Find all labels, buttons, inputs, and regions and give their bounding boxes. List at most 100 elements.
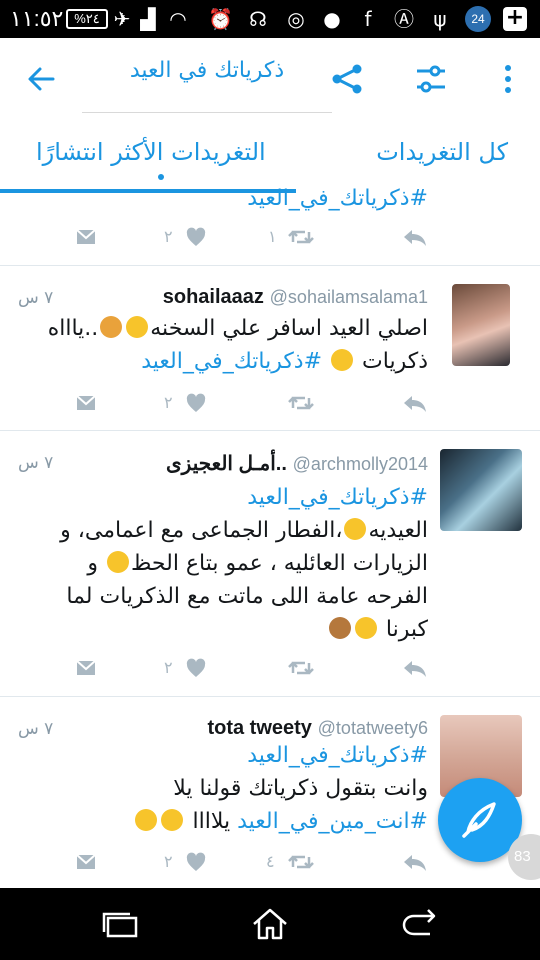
laughing-emoji: [161, 809, 184, 831]
tweet-line: الفرحه عامة اللى ماتت مع الذكريات لما: [66, 584, 428, 609]
tweet-header: أمـل العجيزى.. @archmolly2014: [166, 451, 428, 476]
tab-all-tweets[interactable]: كل التغريدات: [376, 138, 508, 166]
user-name[interactable]: tota tweety: [207, 717, 311, 739]
tweet-text: #ذكرياتك_في_العيد: [28, 182, 428, 215]
compose-feather-icon: [462, 802, 496, 838]
retweet-count: ٤: [266, 852, 275, 871]
dm-icon[interactable]: [76, 847, 96, 877]
notification-badge: 24: [465, 6, 491, 32]
tweet-text: #ذكرياتك_في_العيد العيديه ،الفطار الجماعى…: [28, 481, 428, 646]
dm-icon[interactable]: [76, 653, 96, 683]
retweet-icon[interactable]: [288, 222, 314, 252]
tweet-line: اصلي العيد اسافر علي السخنه: [150, 316, 428, 341]
status-time: ١١:٥٢: [10, 6, 64, 31]
retweet-icon[interactable]: [288, 653, 314, 683]
tweet-header: sohailaaaz @sohailamsalama1: [163, 286, 428, 309]
reply-icon[interactable]: [402, 388, 428, 418]
plus-icon: +: [503, 7, 527, 31]
hashtag-link[interactable]: #ذكرياتك_في_العيد: [28, 739, 428, 772]
back-nav-icon[interactable]: [400, 906, 440, 942]
hashtag-link[interactable]: #ذكرياتك_في_العيد: [28, 182, 428, 215]
heart-icon[interactable]: [186, 653, 206, 683]
reply-icon[interactable]: [402, 847, 428, 877]
tweet-item[interactable]: sohailaaaz @sohailamsalama1 ٧ س اصلي الع…: [0, 266, 540, 431]
tweet-actions: ٢: [0, 653, 540, 683]
retweet-icon[interactable]: [288, 847, 314, 877]
tweet-line: ،الفطار الجماعى مع اعمامى، و: [60, 518, 343, 543]
whatsapp-icon: ◎: [287, 7, 305, 31]
retweet-count: ١: [268, 227, 277, 246]
tweet-line: ذكريات: [362, 349, 428, 374]
signal-icon: ▟: [140, 7, 156, 31]
reply-icon[interactable]: [402, 653, 428, 683]
tweet-text: اصلي العيد اسافر علي السخنه ..ياااه ذكريا…: [28, 312, 428, 378]
like-count: ٢: [164, 227, 173, 246]
retweet-icon[interactable]: [288, 388, 314, 418]
search-underline: [82, 112, 332, 113]
tweet-line: الزيارات العائليه ، عمو بتاع الحظ: [131, 551, 428, 576]
user-name[interactable]: sohailaaaz: [163, 286, 264, 308]
hashtag-link[interactable]: #ذكرياتك_في_العيد: [141, 349, 322, 374]
share-icon[interactable]: [330, 62, 364, 96]
search-query[interactable]: ذكرياتك في العيد: [82, 58, 332, 83]
app-icon: Ⓐ: [394, 7, 414, 31]
record-icon: ●: [323, 7, 341, 31]
tweet-time: ٧ س: [18, 288, 54, 308]
hashtag-link[interactable]: #انت_مين_في_العيد: [237, 809, 428, 834]
avatar[interactable]: [440, 449, 522, 531]
notification-icon: ☊: [249, 7, 267, 31]
top-bar: ذكرياتك في العيد: [0, 38, 540, 120]
tweet-header: tota tweety @totatweety6: [207, 717, 428, 740]
tweet-actions: ٢ ١: [0, 222, 540, 252]
facebook-icon: f: [364, 7, 372, 31]
tired-face-emoji: [331, 349, 354, 371]
tweet-item[interactable]: #ذكرياتك_في_العيد ٢ ١: [0, 186, 540, 266]
wifi-icon: ◠: [169, 7, 187, 31]
dancer-emoji: [100, 316, 123, 338]
hashtag-link[interactable]: #ذكرياتك_في_العيد: [28, 481, 428, 514]
user-handle[interactable]: @sohailamsalama1: [270, 287, 428, 307]
tweet-actions: ٢: [0, 388, 540, 418]
tweet-line: كبرنا: [385, 617, 428, 642]
like-count: ٢: [164, 393, 173, 412]
filter-settings-icon[interactable]: [414, 62, 448, 96]
recent-apps-icon[interactable]: [100, 906, 140, 942]
tweet-line: العيديه: [368, 518, 428, 543]
alarm-icon: ⏰: [208, 7, 233, 31]
status-bar: ١١:٥٢ %٢٤ ✈ ▟ ◠ ⏰ ☊ ◎ ● f Ⓐ ψ 24 +: [0, 0, 540, 38]
user-name[interactable]: أمـل العجيزى..: [166, 453, 287, 475]
laughing-emoji: [107, 551, 130, 573]
more-options-icon[interactable]: [498, 62, 518, 96]
tweet-item[interactable]: أمـل العجيزى.. @archmolly2014 ٧ س #ذكريا…: [0, 431, 540, 697]
avatar[interactable]: [452, 284, 510, 366]
navigation-bar: [0, 888, 540, 960]
tweet-line: ..ياااه: [47, 316, 99, 341]
dm-icon[interactable]: [76, 222, 96, 252]
user-handle[interactable]: @archmolly2014: [293, 454, 428, 474]
smirk-emoji: [354, 617, 377, 639]
dm-icon[interactable]: [76, 388, 96, 418]
user-handle[interactable]: @totatweety6: [318, 718, 428, 738]
tweet-line: و: [87, 551, 99, 576]
heart-icon[interactable]: [186, 222, 206, 252]
home-icon[interactable]: [250, 906, 290, 942]
heart-eyes-emoji: [126, 316, 149, 338]
reply-icon[interactable]: [402, 222, 428, 252]
laughing-emoji: [135, 809, 158, 831]
tweet-time: ٧ س: [18, 719, 54, 739]
tab-dot: [158, 174, 164, 180]
heart-icon[interactable]: [186, 847, 206, 877]
monkey-emoji: [328, 617, 351, 639]
like-count: ٢: [164, 852, 173, 871]
tab-top-tweets[interactable]: التغريدات الأكثر انتشارًا: [36, 138, 266, 166]
tweet-line: وانت بتقول ذكرياتك قولنا يلا: [173, 776, 428, 801]
heart-icon[interactable]: [186, 388, 206, 418]
charging-icon: ✈: [113, 7, 131, 31]
tweet-line: يلاااا: [192, 809, 231, 834]
tweet-text: #ذكرياتك_في_العيد وانت بتقول ذكرياتك قول…: [28, 739, 428, 838]
back-arrow-icon[interactable]: [26, 64, 56, 94]
laughing-emoji: [344, 518, 367, 540]
battery-icon: %٢٤: [66, 9, 108, 29]
like-count: ٢: [164, 658, 173, 677]
tweet-time: ٧ س: [18, 453, 54, 473]
